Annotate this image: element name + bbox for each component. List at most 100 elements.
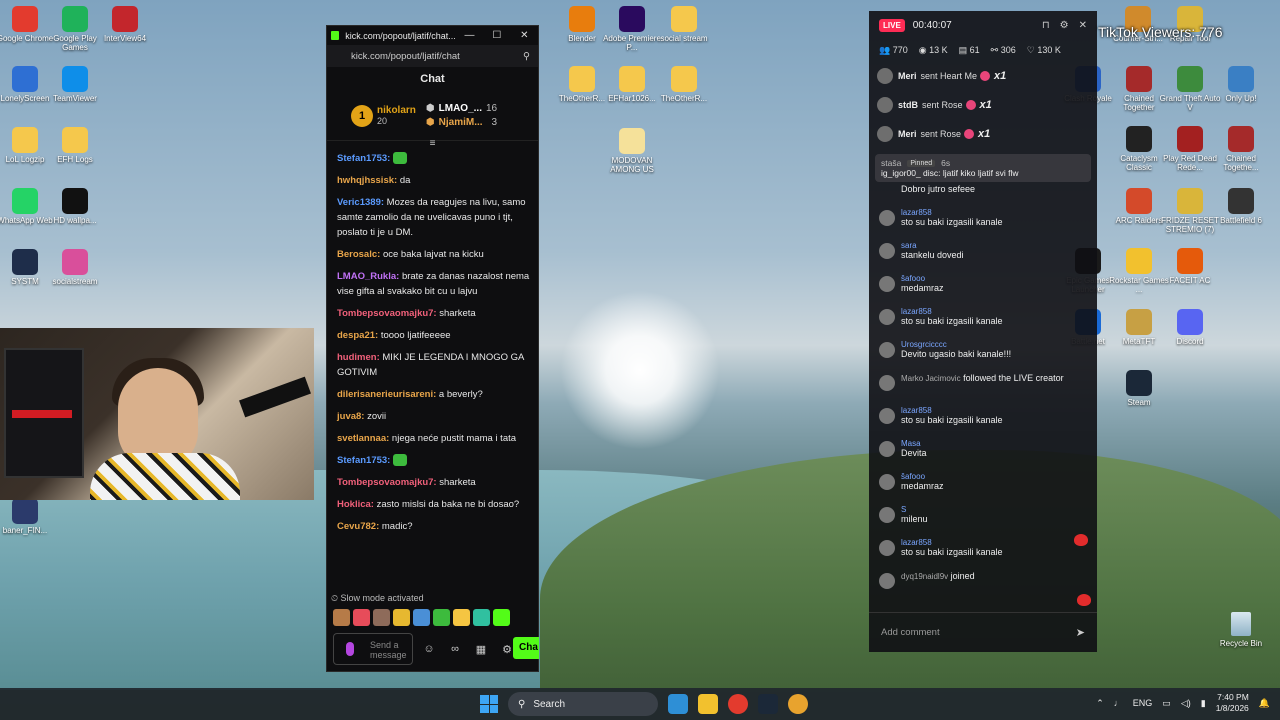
avatar[interactable] <box>879 309 895 325</box>
network-icon[interactable]: ▭ <box>1162 698 1171 709</box>
comment-user[interactable]: S <box>901 505 928 514</box>
comment-user[interactable]: Masa <box>901 439 927 448</box>
comment-user[interactable]: dyq19naidl9v <box>901 572 948 581</box>
chat-username[interactable]: svetlannaa: <box>337 433 389 444</box>
avatar[interactable] <box>879 243 895 259</box>
emote-icon[interactable] <box>353 609 370 626</box>
chat-username[interactable]: LMAO_Rukla: <box>337 271 399 282</box>
avatar[interactable] <box>879 507 895 523</box>
desktop-icon[interactable]: TheOtherR... <box>653 66 715 103</box>
emote-icon[interactable] <box>493 609 510 626</box>
comment-user[interactable]: šafooo <box>901 472 944 481</box>
maximize-button[interactable]: ☐ <box>483 30 510 41</box>
chevron-up-icon[interactable]: ⌃ <box>1096 698 1104 709</box>
avatar[interactable] <box>879 441 895 457</box>
chrome-app[interactable] <box>728 694 748 714</box>
mic-tray-icon[interactable]: ♩ <box>1114 698 1123 708</box>
chat-username[interactable]: Stefan1753: <box>337 455 390 466</box>
emote-icon[interactable] <box>373 609 390 626</box>
emote-icon[interactable] <box>453 609 470 626</box>
chat-username[interactable]: hudimen: <box>337 352 380 363</box>
avatar[interactable] <box>879 573 895 589</box>
battery-icon[interactable]: ▮ <box>1201 698 1206 709</box>
emote-icon[interactable] <box>393 609 410 626</box>
recycle-bin[interactable]: Recycle Bin <box>1213 612 1269 648</box>
edge-app[interactable] <box>668 694 688 714</box>
comment-user[interactable]: sara <box>901 241 964 250</box>
desktop-icon[interactable]: HD wallpa... <box>44 188 106 225</box>
lock-icon[interactable]: ⊓ <box>1042 20 1050 31</box>
desktop-icon[interactable]: FACEIT AC <box>1159 248 1221 285</box>
chat-username[interactable]: Cevu782: <box>337 521 379 532</box>
chat-username[interactable]: Stefan1753: <box>337 153 390 164</box>
comment-user[interactable]: lazar858 <box>901 208 1003 217</box>
desktop-icon[interactable]: social stream <box>653 6 715 43</box>
desktop-icon[interactable]: Battlefield 6 <box>1210 188 1272 225</box>
desktop-icon[interactable]: Chained Togethe... <box>1210 126 1272 172</box>
comment-user[interactable]: Marko Jacimovic <box>901 374 961 383</box>
chrome-app-active[interactable] <box>788 694 808 714</box>
emoji-icon[interactable]: ☺ <box>419 643 439 655</box>
chat-username[interactable]: dilerisanerieurisareni: <box>337 389 436 400</box>
chat-username[interactable]: despa21: <box>337 330 378 341</box>
desktop-icon[interactable]: InterView64 <box>94 6 156 43</box>
emote-icon[interactable] <box>333 609 350 626</box>
desktop-icon[interactable]: EFH Logs <box>44 127 106 164</box>
gifter-row[interactable]: ⬢ LMAO_... 16 <box>426 103 497 114</box>
desktop-icon[interactable]: MODOVAN AMONG US <box>601 128 663 174</box>
chat-username[interactable]: juva8: <box>337 411 364 422</box>
avatar[interactable] <box>879 210 895 226</box>
gear-icon[interactable]: ⚙ <box>1060 20 1069 31</box>
chat-username[interactable]: Tombepsovaomajku7: <box>337 477 437 488</box>
infinity-icon[interactable]: ∞ <box>445 643 465 655</box>
comment-user[interactable]: lazar858 <box>901 406 1003 415</box>
url-bar[interactable]: kick.com/popout/ljatif/chat ⚲ <box>327 45 538 67</box>
chat-username[interactable]: Hoklica: <box>337 499 374 510</box>
gifter-row[interactable]: ⬢ NjamiM... 3 <box>426 117 497 128</box>
close-icon[interactable]: ✕ <box>1079 20 1087 31</box>
file-explorer-app[interactable] <box>698 694 718 714</box>
minimize-button[interactable]: — <box>456 30 483 41</box>
desktop-icon[interactable]: TeamViewer <box>44 66 106 103</box>
notification-icon[interactable]: 🔔 <box>1259 698 1270 709</box>
avatar[interactable] <box>879 474 895 490</box>
filter-icon[interactable]: ≡ <box>327 139 538 149</box>
desktop-icon[interactable]: Discord <box>1159 309 1221 346</box>
clock[interactable]: 7:40 PM 1/8/2026 <box>1216 692 1249 714</box>
language-indicator[interactable]: ENG <box>1133 698 1153 708</box>
chat-username[interactable]: Tombepsovaomajku7: <box>337 308 437 319</box>
comment-user[interactable]: Urosgrcicccc <box>901 340 1011 349</box>
avatar[interactable] <box>879 540 895 556</box>
chat-send-button[interactable]: Cha <box>513 637 539 659</box>
steam-app[interactable] <box>758 694 778 714</box>
message-input[interactable]: Send a message <box>333 633 413 665</box>
taskbar-search[interactable]: ⚲ Search <box>508 692 658 716</box>
chat-username[interactable]: Veric1389: <box>337 197 384 208</box>
zoom-icon[interactable]: ⚲ <box>523 51 530 62</box>
top-gifter-name[interactable]: nikolarn <box>377 105 416 116</box>
volume-icon[interactable]: ◁) <box>1181 698 1191 709</box>
chat-username[interactable]: hwhqjhssisk: <box>337 175 397 186</box>
start-button[interactable] <box>480 695 498 713</box>
avatar[interactable] <box>879 342 895 358</box>
avatar[interactable] <box>879 276 895 292</box>
desktop-icon[interactable]: socialstream <box>44 249 106 286</box>
store-icon[interactable]: ▦ <box>471 643 491 656</box>
comment-user[interactable]: lazar858 <box>901 538 1003 547</box>
close-button[interactable]: ✕ <box>511 30 538 41</box>
avatar[interactable] <box>879 408 895 424</box>
desktop-icon[interactable]: baner_FIN... <box>0 498 56 535</box>
comment-user[interactable]: lazar858 <box>901 307 1003 316</box>
mic-icon[interactable] <box>346 642 354 656</box>
pinned-comment[interactable]: staša Pinned 6s ig_igor00_ disc: ljatif … <box>875 154 1091 182</box>
emote-icon[interactable] <box>413 609 430 626</box>
desktop-icon[interactable]: Only Up! <box>1210 66 1272 103</box>
emote-icon[interactable] <box>433 609 450 626</box>
chat-username[interactable]: Berosalc: <box>337 249 380 260</box>
avatar[interactable] <box>879 375 895 391</box>
add-comment-input[interactable]: Add comment ➤ <box>869 612 1097 652</box>
send-icon[interactable]: ➤ <box>1076 626 1085 639</box>
emote-icon[interactable] <box>473 609 490 626</box>
desktop-icon[interactable]: Steam <box>1108 370 1170 407</box>
comment-user[interactable]: šafooo <box>901 274 944 283</box>
